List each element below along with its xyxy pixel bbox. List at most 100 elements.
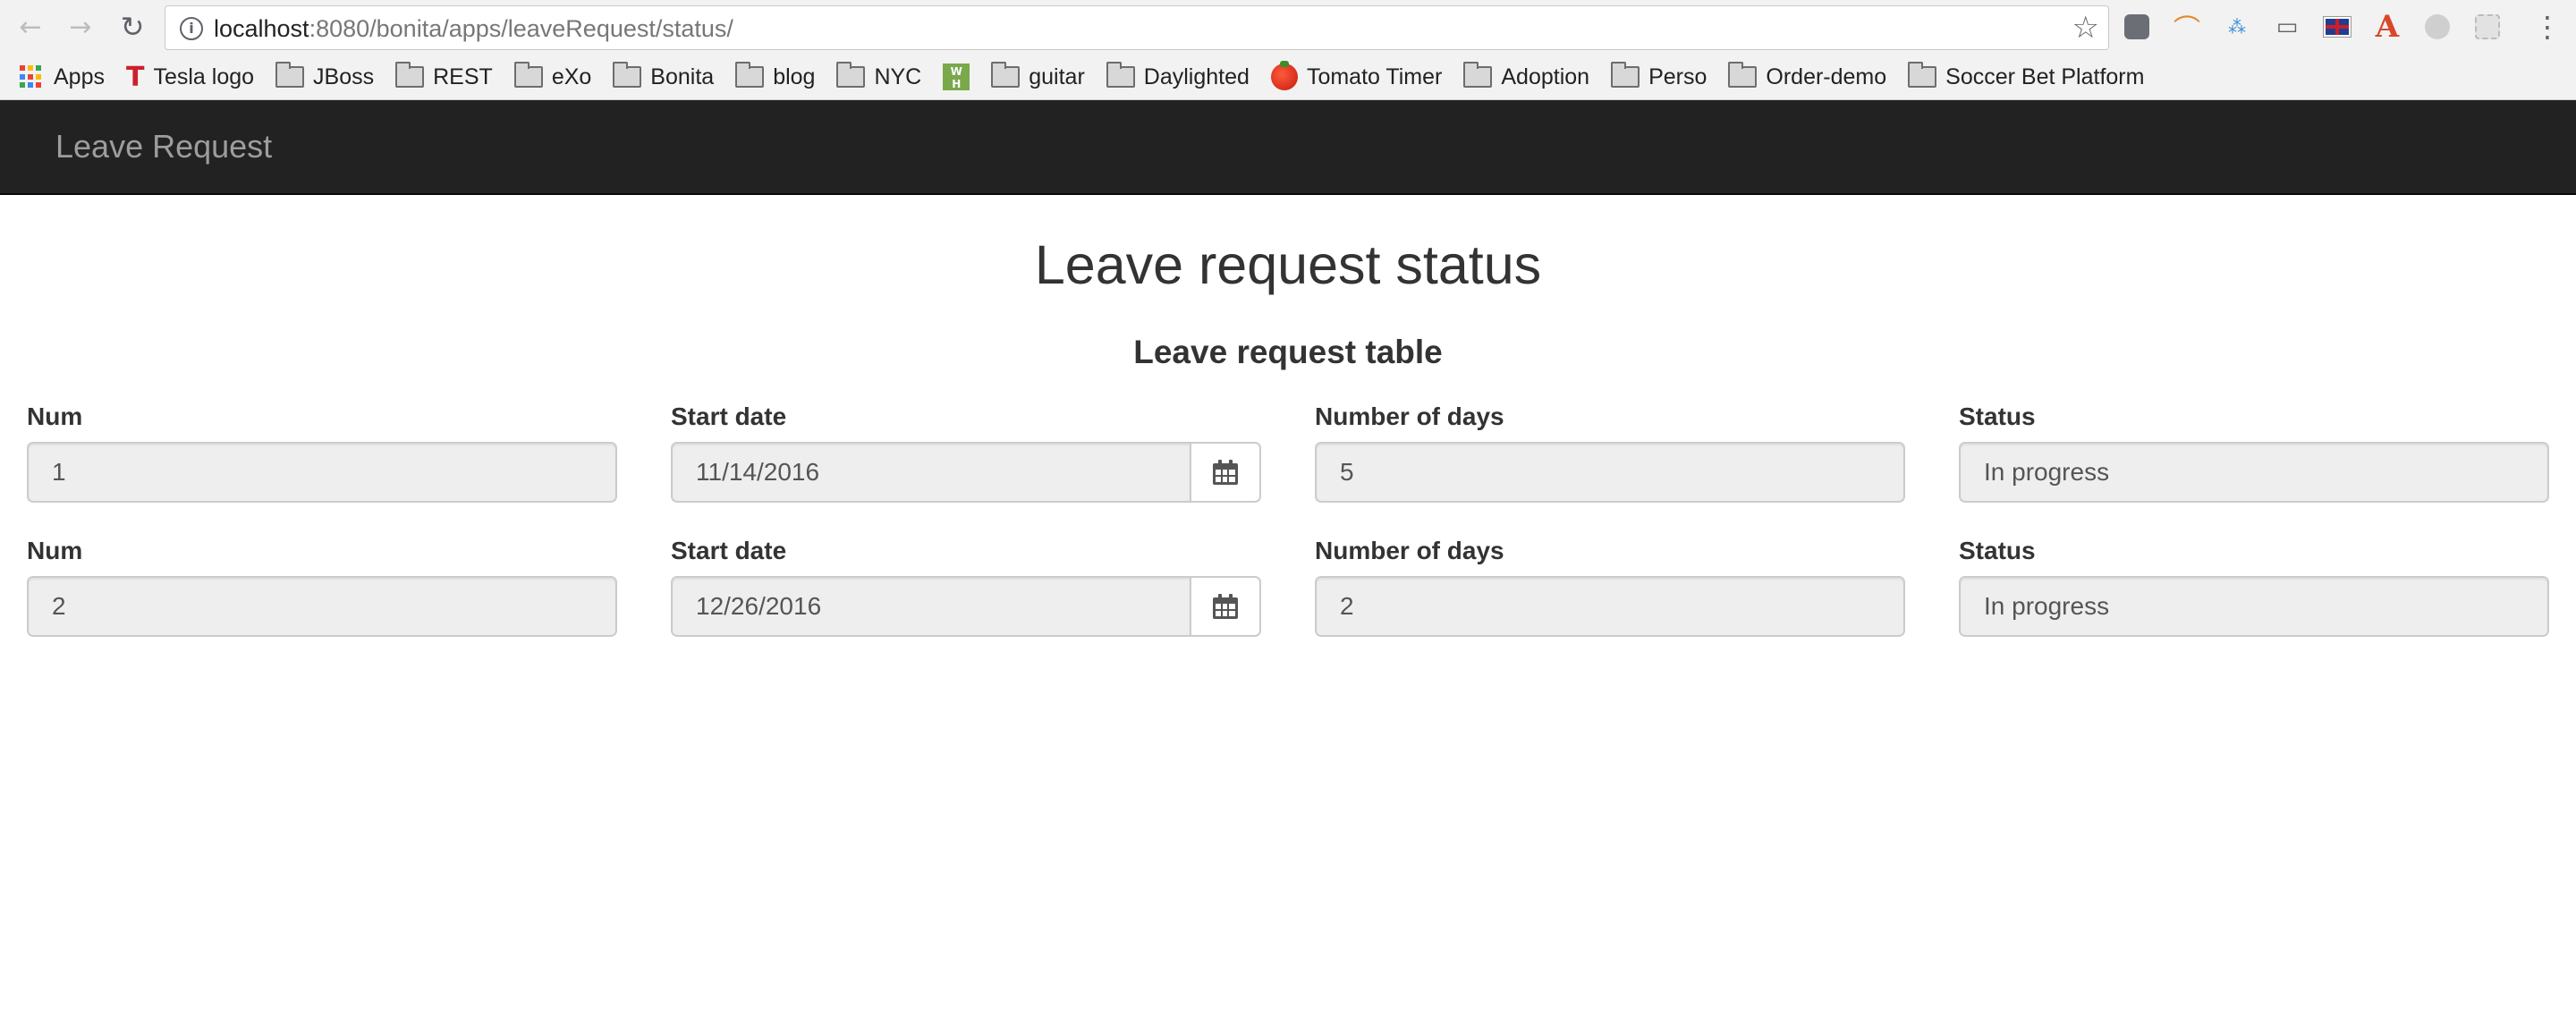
bookmark-label: Tomato Timer bbox=[1306, 64, 1443, 89]
start-date-field: Start date 11/14/2016 bbox=[671, 401, 1261, 503]
bookmark-label: Perso bbox=[1648, 64, 1707, 89]
bookmark-label: Apps bbox=[54, 64, 105, 89]
bookmarks-bar: Apps T Tesla logo JBoss REST eXo Bonita … bbox=[20, 59, 2165, 95]
num-input[interactable]: 2 bbox=[27, 576, 617, 637]
folder-icon bbox=[395, 62, 425, 88]
bookmark-guitar[interactable]: guitar bbox=[991, 62, 1085, 90]
folder-icon bbox=[1908, 62, 1937, 88]
status-input[interactable]: In progress bbox=[1959, 576, 2549, 637]
app-navbar: Leave Request bbox=[0, 100, 2576, 195]
bookmark-jboss[interactable]: JBoss bbox=[275, 62, 375, 90]
grey-square-extension-icon[interactable] bbox=[2472, 12, 2503, 42]
folder-icon bbox=[275, 62, 305, 88]
bookmark-label: Soccer Bet Platform bbox=[1945, 64, 2145, 89]
bookmark-label: Daylighted bbox=[1143, 64, 1250, 89]
shield-extension-icon[interactable] bbox=[2122, 12, 2152, 42]
start-date-input[interactable]: 12/26/2016 bbox=[671, 576, 1191, 637]
bookmark-perso[interactable]: Perso bbox=[1611, 62, 1707, 90]
number-of-days-field: Number of days 2 bbox=[1315, 535, 1905, 637]
bookmark-order-demo[interactable]: Order-demo bbox=[1728, 62, 1887, 90]
calendar-icon bbox=[1213, 460, 1238, 485]
number-of-days-label: Number of days bbox=[1315, 402, 1504, 430]
leave-request-row: Num 1 Start date 11/14/2016 Number of da… bbox=[27, 401, 2549, 535]
bookmark-label: Bonita bbox=[650, 64, 715, 89]
leave-request-row: Num 2 Start date 12/26/2016 Number of da… bbox=[27, 535, 2549, 669]
start-date-field: Start date 12/26/2016 bbox=[671, 535, 1261, 637]
bookmark-blog[interactable]: blog bbox=[735, 62, 816, 90]
bookmark-label: NYC bbox=[874, 64, 922, 89]
folder-icon bbox=[735, 62, 765, 88]
num-label: Num bbox=[27, 537, 83, 564]
number-of-days-field: Number of days 5 bbox=[1315, 401, 1905, 503]
start-date-label: Start date bbox=[671, 402, 787, 430]
start-date-input-group: 11/14/2016 bbox=[671, 442, 1261, 503]
bookmark-star-icon[interactable]: ☆ bbox=[2072, 12, 2099, 44]
start-date-input[interactable]: 11/14/2016 bbox=[671, 442, 1191, 503]
status-field: Status In progress bbox=[1959, 401, 2549, 503]
bookmark-label: Tesla logo bbox=[153, 64, 255, 89]
cast-icon[interactable]: ▭ bbox=[2272, 12, 2302, 42]
bookmark-wh[interactable]: WH bbox=[943, 64, 970, 90]
url-path: :8080/bonita/apps/leaveRequest/status/ bbox=[309, 15, 733, 42]
url-host: localhost bbox=[214, 15, 309, 42]
bookmark-bonita[interactable]: Bonita bbox=[613, 62, 715, 90]
address-bar[interactable]: i localhost:8080/bonita/apps/leaveReques… bbox=[165, 5, 2109, 50]
folder-icon bbox=[1106, 62, 1135, 88]
browser-chrome: ← → ↻ i localhost:8080/bonita/apps/leave… bbox=[0, 0, 2576, 100]
number-of-days-label: Number of days bbox=[1315, 537, 1504, 564]
status-field: Status In progress bbox=[1959, 535, 2549, 637]
start-date-input-group: 12/26/2016 bbox=[671, 576, 1261, 637]
dots-extension-icon[interactable]: ⁂ bbox=[2222, 12, 2252, 42]
folder-icon bbox=[1463, 62, 1493, 88]
folder-icon bbox=[1728, 62, 1758, 88]
folder-icon bbox=[991, 62, 1021, 88]
bookmark-label: Order-demo bbox=[1766, 64, 1887, 89]
reload-icon[interactable]: ↻ bbox=[114, 10, 150, 44]
bookmark-tomato-timer[interactable]: Tomato Timer bbox=[1270, 61, 1443, 90]
bookmark-tesla[interactable]: T Tesla logo bbox=[126, 62, 254, 93]
bookmark-rest[interactable]: REST bbox=[395, 62, 493, 90]
bookmark-nyc[interactable]: NYC bbox=[836, 62, 922, 90]
extension-icons: ⌒ ⁂ ▭ A bbox=[2122, 9, 2522, 46]
bookmark-label: guitar bbox=[1029, 64, 1085, 89]
table-title: Leave request table bbox=[1133, 334, 1443, 370]
calendar-button[interactable] bbox=[1191, 442, 1261, 503]
calendar-icon bbox=[1213, 594, 1238, 619]
status-label: Status bbox=[1959, 402, 2036, 430]
num-input[interactable]: 1 bbox=[27, 442, 617, 503]
forward-arrow-icon[interactable]: → bbox=[63, 11, 98, 43]
app-brand-link[interactable]: Leave Request bbox=[55, 127, 272, 166]
folder-icon bbox=[1611, 62, 1640, 88]
number-of-days-input[interactable]: 2 bbox=[1315, 576, 1905, 637]
folder-icon bbox=[513, 62, 543, 88]
calendar-button[interactable] bbox=[1191, 576, 1261, 637]
bookmark-apps[interactable]: Apps bbox=[20, 64, 105, 90]
arc-extension-icon[interactable]: ⌒ bbox=[2172, 12, 2202, 46]
grey-circle-extension-icon[interactable] bbox=[2422, 12, 2453, 42]
url-text[interactable]: localhost:8080/bonita/apps/leaveRequest/… bbox=[214, 15, 733, 42]
tomato-icon bbox=[1270, 61, 1298, 90]
wh-icon: WH bbox=[943, 64, 970, 90]
status-label: Status bbox=[1959, 537, 2036, 564]
bookmark-adoption[interactable]: Adoption bbox=[1463, 62, 1590, 90]
num-label: Num bbox=[27, 402, 83, 430]
bookmark-label: Adoption bbox=[1501, 64, 1590, 89]
num-field: Num 1 bbox=[27, 401, 617, 503]
bookmark-label: JBoss bbox=[313, 64, 375, 89]
info-icon[interactable]: i bbox=[180, 17, 203, 40]
tesla-icon: T bbox=[125, 61, 145, 93]
back-arrow-icon[interactable]: ← bbox=[13, 11, 48, 43]
bookmark-label: blog bbox=[773, 64, 816, 89]
letter-a-extension-icon[interactable]: A bbox=[2372, 9, 2402, 45]
bookmark-label: eXo bbox=[551, 64, 592, 89]
num-field: Num 2 bbox=[27, 535, 617, 637]
bookmark-soccer-bet-platform[interactable]: Soccer Bet Platform bbox=[1908, 62, 2145, 90]
folder-icon bbox=[613, 62, 642, 88]
number-of-days-input[interactable]: 5 bbox=[1315, 442, 1905, 503]
bookmark-label: REST bbox=[433, 64, 493, 89]
status-input[interactable]: In progress bbox=[1959, 442, 2549, 503]
bookmark-exo[interactable]: eXo bbox=[513, 62, 592, 90]
browser-menu-icon[interactable]: ⋮ bbox=[2533, 9, 2562, 45]
bookmark-daylighted[interactable]: Daylighted bbox=[1106, 62, 1250, 90]
uk-flag-icon[interactable] bbox=[2322, 12, 2352, 42]
